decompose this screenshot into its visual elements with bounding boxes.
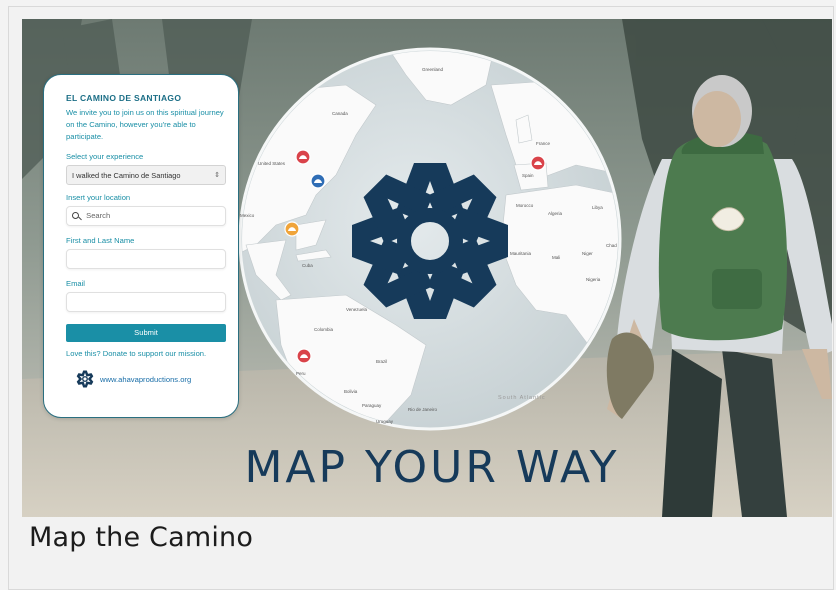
shell-pin-icon[interactable] (296, 348, 312, 364)
website-link[interactable]: www.ahavaproductions.org (100, 375, 191, 384)
location-label: Insert your location (66, 193, 131, 202)
map-label: Mexico (240, 213, 255, 218)
map-label: Colombia (314, 327, 334, 332)
headline: MAP YOUR WAY (244, 442, 620, 493)
shell-pin-icon[interactable] (530, 155, 546, 171)
map-label: Canada (332, 111, 348, 116)
map-label: Uruguay (376, 419, 394, 424)
location-placeholder: Search (86, 211, 111, 220)
website-row: www.ahavaproductions.org (66, 370, 226, 388)
map-label: Paraguay (362, 403, 382, 408)
select-arrows-icon: ⇕ (214, 172, 220, 179)
map-label: Morocco (516, 203, 534, 208)
map-label: Greenland (422, 67, 444, 72)
name-field[interactable] (66, 249, 226, 269)
world-globe-map: Greenland Canada United States Mexico Cu… (238, 47, 622, 431)
shell-pin-icon[interactable] (284, 221, 300, 237)
location-search-input[interactable]: Search (66, 206, 226, 226)
map-label: Nigeria (586, 277, 601, 282)
search-icon (72, 212, 79, 219)
map-label: France (536, 141, 551, 146)
map-label: Venezuela (346, 307, 368, 312)
donate-link[interactable]: Love this? Donate to support our mission… (66, 349, 226, 358)
map-label: Spain (522, 173, 534, 178)
map-label: Peru (296, 371, 306, 376)
hero-image: Greenland Canada United States Mexico Cu… (22, 19, 832, 517)
signup-form-card: EL CAMINO DE SANTIAGO We invite you to j… (43, 74, 239, 418)
experience-label: Select your experience (66, 152, 144, 161)
map-label: Algeria (548, 211, 563, 216)
map-label: United States (258, 161, 286, 166)
form-title: EL CAMINO DE SANTIAGO (66, 93, 182, 103)
map-label: Rio de Janeiro (408, 407, 438, 412)
shell-pin-icon[interactable] (310, 173, 326, 189)
name-label: First and Last Name (66, 236, 135, 245)
shell-pin-icon[interactable] (295, 149, 311, 165)
post-caption: Map the Camino (29, 522, 254, 553)
map-label: Cuba (302, 263, 313, 268)
map-label: South Atlantic (498, 395, 546, 401)
submit-button[interactable]: Submit (66, 324, 226, 342)
form-intro: We invite you to join us on this spiritu… (66, 108, 224, 141)
map-label: Chad (606, 243, 617, 248)
map-label: Mauritania (510, 251, 532, 256)
email-field[interactable] (66, 292, 226, 312)
map-label: Mali (552, 255, 560, 260)
post-frame: Greenland Canada United States Mexico Cu… (8, 6, 834, 590)
email-label: Email (66, 279, 85, 288)
ahava-star-logo (76, 370, 94, 388)
map-label: Bolivia (344, 389, 358, 394)
map-label: Brazil (376, 359, 387, 364)
experience-select-value: I walked the Camino de Santiago (72, 171, 181, 180)
map-label: Libya (592, 205, 603, 210)
experience-select[interactable]: I walked the Camino de Santiago ⇕ (66, 165, 226, 185)
map-label: Niger (582, 251, 593, 256)
